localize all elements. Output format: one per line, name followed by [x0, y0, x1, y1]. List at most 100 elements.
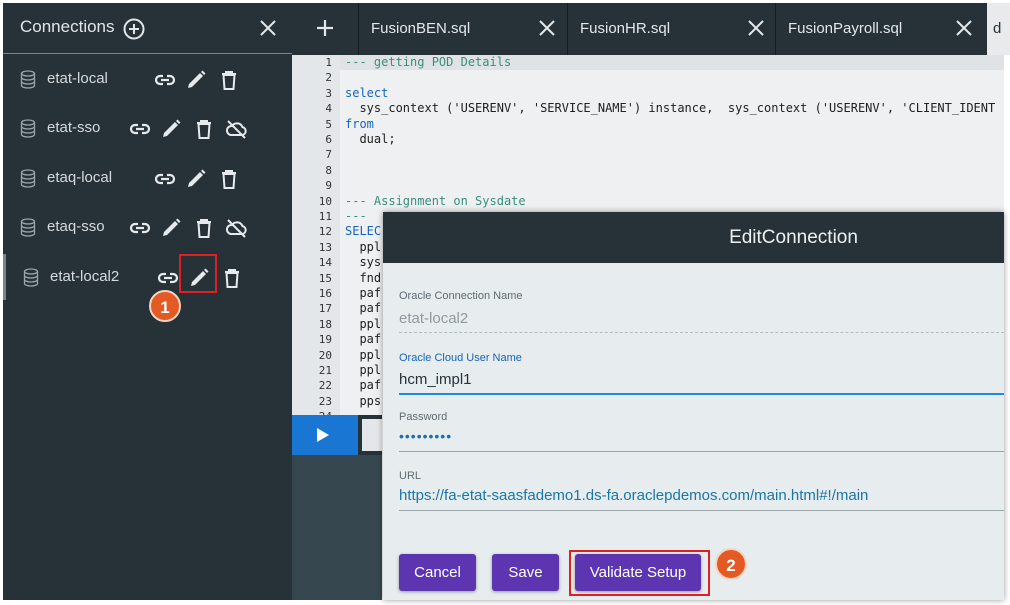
link-icon[interactable] — [129, 118, 151, 140]
line-number: 15 — [318, 271, 332, 285]
connection-item[interactable]: etat-local2 — [3, 254, 292, 300]
line-number: 18 — [318, 317, 332, 331]
trash-icon[interactable] — [193, 118, 215, 140]
database-icon — [23, 268, 39, 287]
edit-connection-dialog: EditConnection Oracle Connection Name et… — [383, 212, 1004, 600]
line-number-gutter: 123456789101112131415161718192021222324 — [292, 55, 340, 415]
link-icon[interactable] — [157, 267, 179, 289]
add-connection-icon[interactable] — [123, 18, 145, 40]
code-line: paf — [345, 378, 382, 393]
link-icon[interactable] — [154, 168, 176, 190]
field-label: URL — [399, 470, 422, 482]
connection-item[interactable]: etat-local — [3, 56, 292, 102]
code-line: fnd — [345, 270, 382, 285]
field-underline — [399, 393, 1004, 395]
line-number: 8 — [325, 163, 332, 177]
line-number: 2 — [325, 71, 332, 85]
results-panel — [292, 455, 382, 600]
connection-item[interactable]: etaq-local — [3, 155, 292, 201]
tab-fusionhr[interactable]: FusionHR.sql — [567, 3, 775, 55]
database-icon — [20, 218, 36, 237]
edit-icon[interactable] — [185, 168, 207, 190]
tab-fusionpayroll[interactable]: FusionPayroll.sql — [775, 3, 987, 55]
line-number: 20 — [318, 348, 332, 362]
dialog-title: EditConnection — [729, 227, 858, 248]
code-line: paf — [345, 301, 382, 316]
cancel-button[interactable]: Cancel — [399, 554, 476, 591]
user-name-input[interactable]: hcm_impl1 — [399, 371, 472, 388]
trash-icon[interactable] — [218, 168, 240, 190]
cloud-off-icon[interactable] — [225, 217, 247, 239]
edit-icon[interactable] — [160, 217, 182, 239]
code-line: ppl — [345, 316, 382, 331]
field-underline — [399, 332, 1004, 333]
tab-label: FusionBEN.sql — [371, 20, 471, 37]
password-field[interactable]: Password ••••••••• — [399, 411, 1004, 453]
edit-icon[interactable] — [185, 69, 207, 91]
sidebar-title: Connections — [20, 17, 115, 36]
sidebar-header: Connections — [3, 3, 292, 54]
code-line: SELEC — [345, 224, 382, 239]
connection-name-field: Oracle Connection Name etat-local2 — [399, 290, 1004, 334]
tab-bar: FusionBEN.sql FusionHR.sql FusionPayroll… — [292, 3, 1010, 55]
tab-label: d — [993, 20, 1002, 37]
tab-label: FusionHR.sql — [580, 20, 671, 37]
line-number: 12 — [318, 225, 332, 239]
code-line: --- getting POD Details — [345, 55, 512, 69]
edit-highlight-box — [179, 254, 217, 293]
connection-item[interactable]: etat-sso — [3, 105, 292, 151]
password-input[interactable]: ••••••••• — [399, 428, 452, 444]
line-number: 6 — [325, 133, 332, 146]
field-underline — [399, 451, 1004, 452]
close-tab-icon[interactable] — [537, 18, 557, 38]
code-line: paf — [345, 332, 382, 347]
field-label: Oracle Cloud User Name — [399, 352, 522, 364]
field-label: Oracle Connection Name — [399, 290, 523, 302]
run-button[interactable] — [292, 415, 358, 455]
code-line: dual; — [345, 132, 396, 146]
connection-name-value: etat-local2 — [399, 310, 469, 327]
trash-icon[interactable] — [221, 267, 243, 289]
trash-icon[interactable] — [218, 69, 240, 91]
line-number: 19 — [318, 333, 332, 347]
tab-label: FusionPayroll.sql — [788, 20, 903, 37]
tab-active-partial[interactable]: d — [987, 3, 1010, 55]
line-number: 1 — [325, 56, 332, 69]
close-tab-icon[interactable] — [746, 18, 766, 38]
code-line: select — [345, 85, 389, 100]
code-line: pps — [345, 393, 382, 408]
close-sidebar-icon[interactable] — [257, 17, 279, 39]
connection-name: etat-local — [47, 70, 108, 87]
tab-fusionben[interactable]: FusionBEN.sql — [358, 3, 567, 55]
toolbar-button[interactable] — [362, 419, 382, 451]
edit-icon[interactable] — [160, 118, 182, 140]
url-input[interactable]: https://fa-etat-saasfademo1.ds-fa.oracle… — [399, 487, 868, 504]
database-icon — [20, 119, 36, 138]
link-icon[interactable] — [129, 217, 151, 239]
cloud-off-icon[interactable] — [225, 118, 247, 140]
line-number: 17 — [318, 302, 332, 316]
dialog-header: EditConnection — [383, 212, 1004, 263]
line-number: 22 — [318, 379, 332, 393]
connection-name: etat-sso — [47, 119, 101, 136]
link-icon[interactable] — [154, 69, 176, 91]
database-icon — [20, 70, 36, 89]
code-line: sys — [345, 255, 382, 270]
code-line: ppl — [345, 239, 382, 254]
field-underline — [399, 510, 1004, 511]
trash-icon[interactable] — [193, 217, 215, 239]
user-name-field[interactable]: Oracle Cloud User Name hcm_impl1 — [399, 352, 1004, 396]
run-toolbar — [292, 415, 382, 455]
code-line: from — [345, 116, 374, 131]
validate-highlight-box — [569, 550, 710, 596]
save-button[interactable]: Save — [492, 554, 559, 591]
new-tab-icon[interactable] — [314, 17, 336, 39]
close-tab-icon[interactable] — [954, 18, 974, 38]
database-icon — [20, 169, 36, 188]
line-number: 14 — [318, 256, 332, 270]
url-field[interactable]: URL https://fa-etat-saasfademo1.ds-fa.or… — [399, 470, 1004, 512]
connection-item[interactable]: etaq-sso — [3, 204, 292, 250]
line-number: 11 — [318, 210, 332, 223]
play-icon — [317, 428, 329, 442]
line-number: 4 — [325, 102, 332, 116]
